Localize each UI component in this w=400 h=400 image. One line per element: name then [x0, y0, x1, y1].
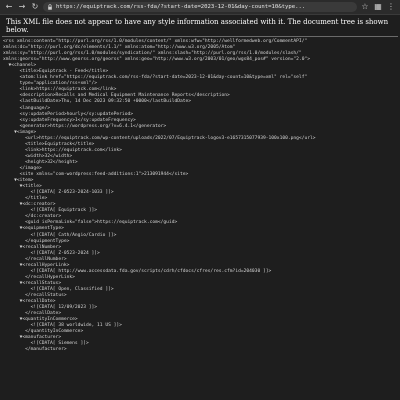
address-bar[interactable]: https://equiptrack.com/rss-fda/?start-da… — [43, 2, 357, 12]
back-icon[interactable]: ← — [4, 2, 14, 12]
menu-icon[interactable]: ⋮ — [386, 2, 396, 12]
star-icon[interactable]: ☆ — [360, 2, 370, 12]
url-text: https://equiptrack.com/rss-fda/?start-da… — [56, 4, 306, 10]
extensions-icon[interactable]: ▦ — [373, 2, 383, 12]
reload-icon[interactable]: ↻ — [30, 2, 40, 12]
xml-document-tree: <rss xmlns:content="http://purl.org/rss/… — [0, 37, 400, 355]
forward-icon[interactable]: → — [17, 2, 27, 12]
lock-icon — [48, 4, 52, 10]
xml-line: </manufacturer> — [3, 347, 67, 353]
xml-style-notice: This XML file does not appear to have an… — [2, 15, 398, 37]
browser-toolbar: ← → ↻ https://equiptrack.com/rss-fda/?st… — [0, 0, 400, 15]
